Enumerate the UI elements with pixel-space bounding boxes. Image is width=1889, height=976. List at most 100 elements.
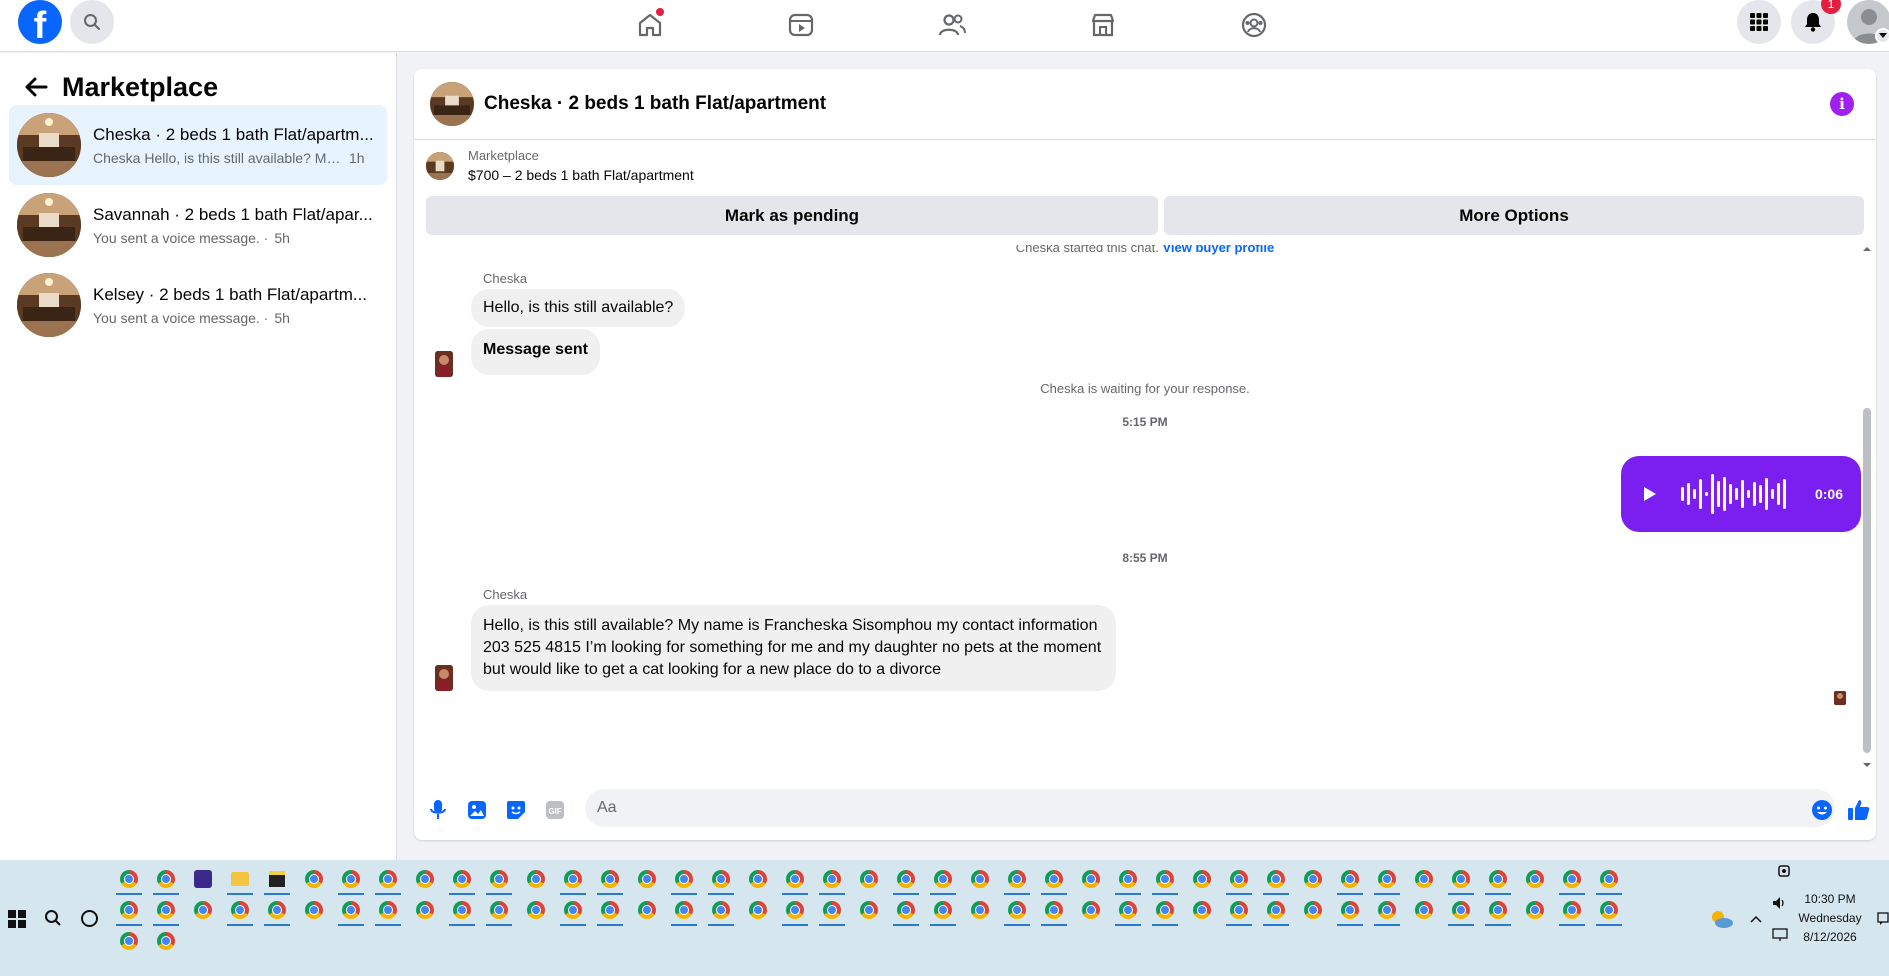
message-scrollbar[interactable] (1862, 245, 1872, 769)
taskbar-app[interactable] (301, 865, 327, 893)
taskbar-app[interactable] (560, 865, 586, 895)
taskbar-app[interactable] (116, 927, 142, 955)
taskbar-app[interactable] (523, 865, 549, 893)
taskbar-app[interactable] (153, 927, 179, 955)
attach-photo-button[interactable] (464, 797, 490, 823)
menu-button[interactable] (1737, 0, 1781, 44)
taskbar-app[interactable] (1189, 896, 1215, 924)
taskbar-app[interactable] (264, 896, 290, 926)
taskbar-search-button[interactable] (44, 909, 62, 932)
taskbar-app[interactable] (301, 896, 327, 924)
taskbar-app[interactable] (153, 896, 179, 926)
weather-icon[interactable] (1708, 908, 1734, 933)
taskbar-app[interactable] (671, 865, 697, 895)
taskbar-app[interactable] (227, 865, 253, 895)
taskbar-app[interactable] (1115, 896, 1141, 926)
message-thread[interactable]: Cheska started this chat. View buyer pro… (414, 245, 1876, 770)
taskbar-app[interactable] (1263, 865, 1289, 895)
taskbar-app[interactable] (1226, 865, 1252, 895)
taskbar-app[interactable] (190, 865, 216, 893)
back-button[interactable] (18, 69, 54, 105)
taskbar-app[interactable] (597, 896, 623, 926)
taskbar-app[interactable] (708, 896, 734, 926)
taskbar-app[interactable] (560, 896, 586, 926)
taskbar-app[interactable] (671, 896, 697, 926)
taskbar-app[interactable] (1374, 896, 1400, 926)
mark-as-pending-button[interactable]: Mark as pending (426, 196, 1158, 235)
taskbar-app[interactable] (523, 896, 549, 924)
taskbar-app[interactable] (819, 865, 845, 895)
message-bubble[interactable]: Hello, is this still available? My name … (471, 605, 1116, 691)
scrollbar-thumb[interactable] (1863, 408, 1871, 753)
taskbar-app[interactable] (1337, 865, 1363, 895)
taskbar-app[interactable] (893, 896, 919, 926)
account-menu-button[interactable] (1875, 28, 1889, 44)
taskbar-app[interactable] (1596, 896, 1622, 926)
chat-listing-thumbnail[interactable] (430, 82, 474, 126)
emoji-button[interactable] (1809, 797, 1835, 823)
tray-meet-icon[interactable] (1777, 864, 1791, 881)
taskbar-app[interactable] (1411, 896, 1437, 924)
taskbar-app[interactable] (1189, 865, 1215, 893)
sender-avatar[interactable] (435, 351, 453, 377)
notification-center-icon[interactable] (1877, 912, 1889, 929)
taskbar-app[interactable] (930, 865, 956, 895)
message-bubble[interactable]: Message sent (471, 329, 600, 375)
taskbar-app[interactable] (1337, 896, 1363, 926)
taskbar-app[interactable] (1448, 865, 1474, 895)
taskbar-app[interactable] (1263, 896, 1289, 926)
taskbar-app[interactable] (486, 865, 512, 895)
gif-button[interactable]: GIF (542, 797, 568, 823)
like-button[interactable] (1846, 797, 1872, 823)
taskbar-app[interactable] (967, 896, 993, 924)
more-options-button[interactable]: More Options (1164, 196, 1864, 235)
sticker-button[interactable] (503, 797, 529, 823)
taskbar-app[interactable] (634, 865, 660, 893)
taskbar-app[interactable] (1041, 896, 1067, 926)
taskbar-app[interactable] (634, 896, 660, 924)
taskbar-app[interactable] (1078, 896, 1104, 924)
taskbar-app[interactable] (708, 865, 734, 895)
info-icon[interactable]: i (1830, 92, 1854, 116)
taskbar-app[interactable] (1596, 865, 1622, 895)
taskbar-app[interactable] (745, 865, 771, 893)
show-hidden-icons-button[interactable] (1750, 912, 1762, 926)
taskbar-app[interactable] (819, 896, 845, 926)
taskbar-app[interactable] (116, 896, 142, 926)
nav-marketplace[interactable] (1083, 5, 1123, 45)
taskbar-app[interactable] (338, 896, 364, 926)
nav-home[interactable] (630, 5, 670, 45)
sender-avatar[interactable] (435, 665, 453, 691)
taskbar-app[interactable] (412, 865, 438, 893)
taskbar-app[interactable] (1448, 896, 1474, 926)
taskbar-app[interactable] (1485, 896, 1511, 926)
voice-message-bubble[interactable]: 0:06 (1621, 456, 1861, 532)
task-view-button[interactable] (81, 910, 98, 927)
system-clock[interactable]: 10:30 PM Wednesday 8/12/2026 (1790, 890, 1870, 947)
nav-friends[interactable] (932, 5, 972, 45)
conversation-item-cheska[interactable]: Cheska · 2 beds 1 bath Flat/apartm... Ch… (9, 105, 387, 185)
taskbar-app[interactable] (1041, 865, 1067, 895)
voice-clip-button[interactable] (425, 797, 451, 823)
taskbar-app[interactable] (1152, 896, 1178, 926)
taskbar-app[interactable] (412, 896, 438, 924)
taskbar-app[interactable] (227, 896, 253, 926)
taskbar-app[interactable] (1300, 896, 1326, 924)
taskbar-app[interactable] (449, 865, 475, 895)
volume-icon[interactable] (1772, 896, 1788, 913)
taskbar-app[interactable] (375, 896, 401, 926)
taskbar-app[interactable] (1411, 865, 1437, 893)
taskbar-app[interactable] (930, 896, 956, 926)
conversation-item-kelsey[interactable]: Kelsey · 2 beds 1 bath Flat/apartm... Yo… (9, 265, 387, 345)
taskbar-app[interactable] (856, 865, 882, 893)
taskbar-app[interactable] (893, 865, 919, 895)
network-icon[interactable] (1772, 928, 1788, 945)
message-input[interactable] (585, 789, 1835, 827)
start-button[interactable] (8, 910, 26, 928)
notifications-button[interactable]: 1 (1791, 0, 1841, 44)
taskbar-app[interactable] (1374, 865, 1400, 895)
nav-video[interactable] (781, 5, 821, 45)
taskbar-app[interactable] (1078, 865, 1104, 893)
taskbar-app[interactable] (153, 865, 179, 895)
conversation-item-savannah[interactable]: Savannah · 2 beds 1 bath Flat/apar... Yo… (9, 185, 387, 265)
